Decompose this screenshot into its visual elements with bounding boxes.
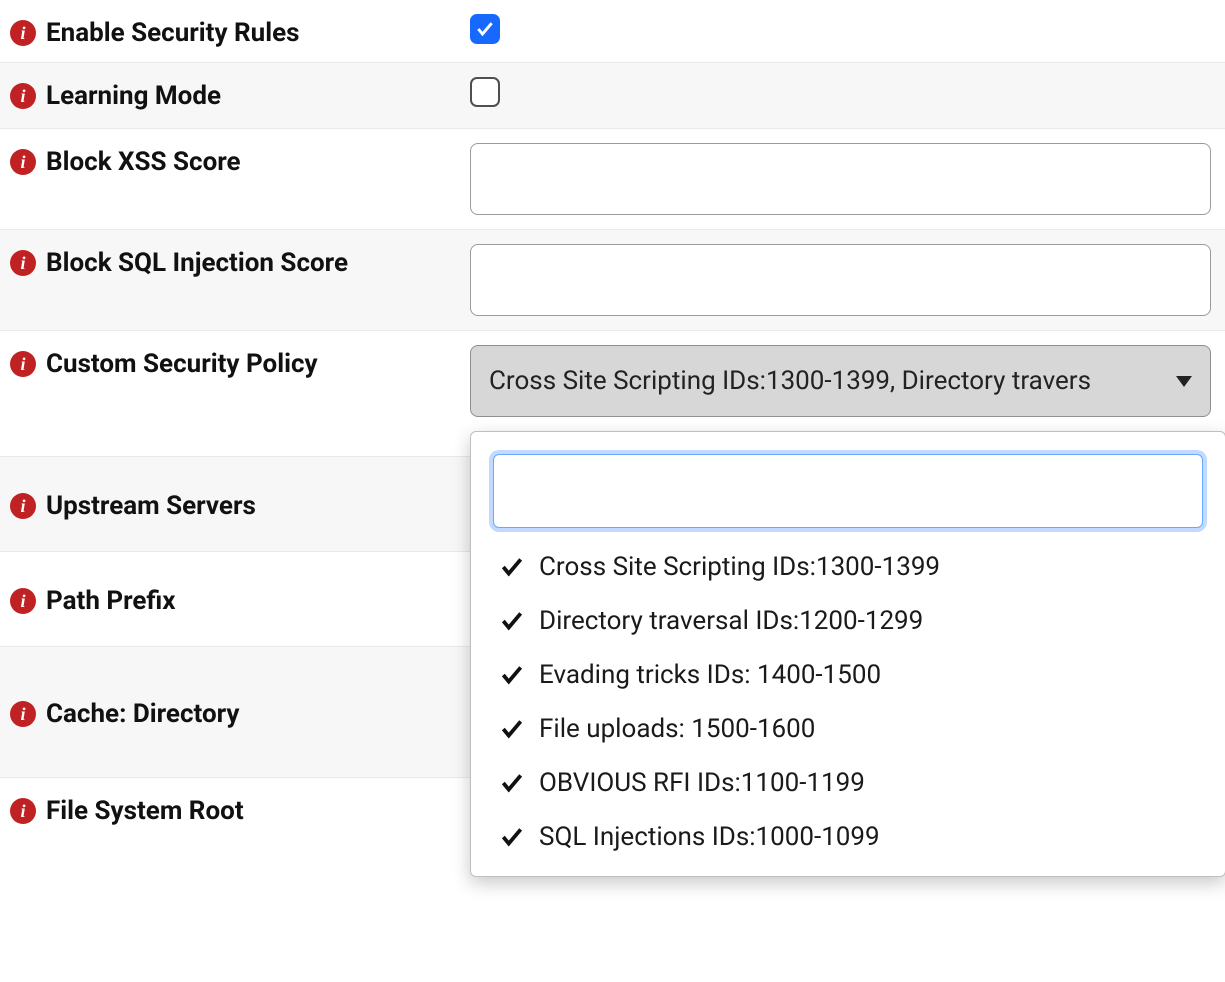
input-cell (470, 77, 1225, 114)
option-label: Evading tricks IDs: 1400-1500 (539, 660, 881, 690)
info-icon[interactable] (10, 250, 36, 276)
check-icon (499, 662, 525, 688)
label-block-sql-injection-score: Block SQL Injection Score (46, 248, 348, 278)
settings-form: Enable Security Rules Learning Mode Bloc… (0, 0, 1225, 840)
label-cell: Block XSS Score (10, 143, 470, 177)
label-cell: Path Prefix (10, 582, 470, 616)
option-cross-site-scripting[interactable]: Cross Site Scripting IDs:1300-1399 (493, 540, 1203, 594)
label-cell: Cache: Directory (10, 695, 470, 729)
check-icon (499, 608, 525, 634)
option-sql-injections[interactable]: SQL Injections IDs:1000-1099 (493, 810, 1203, 864)
row-enable-security-rules: Enable Security Rules (0, 0, 1225, 63)
label-cell: File System Root (10, 792, 470, 826)
info-icon[interactable] (10, 351, 36, 377)
check-icon (499, 554, 525, 580)
dropdown-search-input[interactable] (493, 454, 1203, 528)
input-cell (470, 14, 1225, 46)
check-icon (499, 824, 525, 850)
info-icon[interactable] (10, 83, 36, 109)
info-icon[interactable] (10, 493, 36, 519)
label-cell: Enable Security Rules (10, 14, 470, 48)
input-block-xss-score[interactable] (470, 143, 1211, 215)
row-block-xss-score: Block XSS Score (0, 129, 1225, 230)
option-directory-traversal[interactable]: Directory traversal IDs:1200-1299 (493, 594, 1203, 648)
option-label: Directory traversal IDs:1200-1299 (539, 606, 923, 636)
checkbox-enable-security-rules[interactable] (470, 14, 500, 44)
info-icon[interactable] (10, 798, 36, 824)
select-display-text: Cross Site Scripting IDs:1300-1399, Dire… (489, 366, 1168, 396)
label-custom-security-policy: Custom Security Policy (46, 349, 318, 379)
label-cell: Block SQL Injection Score (10, 244, 470, 278)
dropdown-panel: Cross Site Scripting IDs:1300-1399 Direc… (470, 431, 1225, 877)
check-icon (499, 716, 525, 742)
caret-down-icon (1176, 376, 1192, 387)
dropdown-options-list: Cross Site Scripting IDs:1300-1399 Direc… (493, 540, 1203, 864)
check-icon (499, 770, 525, 796)
input-cell (470, 143, 1225, 215)
label-path-prefix: Path Prefix (46, 586, 176, 616)
label-cell: Custom Security Policy (10, 345, 470, 379)
info-icon[interactable] (10, 149, 36, 175)
input-cell: Cross Site Scripting IDs:1300-1399, Dire… (470, 345, 1225, 417)
option-evading-tricks[interactable]: Evading tricks IDs: 1400-1500 (493, 648, 1203, 702)
option-label: File uploads: 1500-1600 (539, 714, 815, 744)
option-file-uploads[interactable]: File uploads: 1500-1600 (493, 702, 1203, 756)
info-icon[interactable] (10, 701, 36, 727)
select-custom-security-policy[interactable]: Cross Site Scripting IDs:1300-1399, Dire… (470, 345, 1211, 417)
label-upstream-servers: Upstream Servers (46, 491, 256, 521)
input-cell (470, 244, 1225, 316)
label-cell: Learning Mode (10, 77, 470, 111)
info-icon[interactable] (10, 20, 36, 46)
label-learning-mode: Learning Mode (46, 81, 221, 111)
checkbox-learning-mode[interactable] (470, 77, 500, 107)
label-file-system-root: File System Root (46, 796, 244, 826)
option-label: OBVIOUS RFI IDs:1100-1199 (539, 768, 865, 798)
info-icon[interactable] (10, 588, 36, 614)
label-block-xss-score: Block XSS Score (46, 147, 241, 177)
row-custom-security-policy: Custom Security Policy Cross Site Script… (0, 331, 1225, 423)
row-learning-mode: Learning Mode (0, 63, 1225, 129)
option-obvious-rfi[interactable]: OBVIOUS RFI IDs:1100-1199 (493, 756, 1203, 810)
row-block-sql-injection-score: Block SQL Injection Score (0, 230, 1225, 331)
label-cell: Upstream Servers (10, 487, 470, 521)
input-block-sql-injection-score[interactable] (470, 244, 1211, 316)
option-label: SQL Injections IDs:1000-1099 (539, 822, 880, 852)
label-cache-directory: Cache: Directory (46, 699, 239, 729)
option-label: Cross Site Scripting IDs:1300-1399 (539, 552, 940, 582)
label-enable-security-rules: Enable Security Rules (46, 18, 300, 48)
